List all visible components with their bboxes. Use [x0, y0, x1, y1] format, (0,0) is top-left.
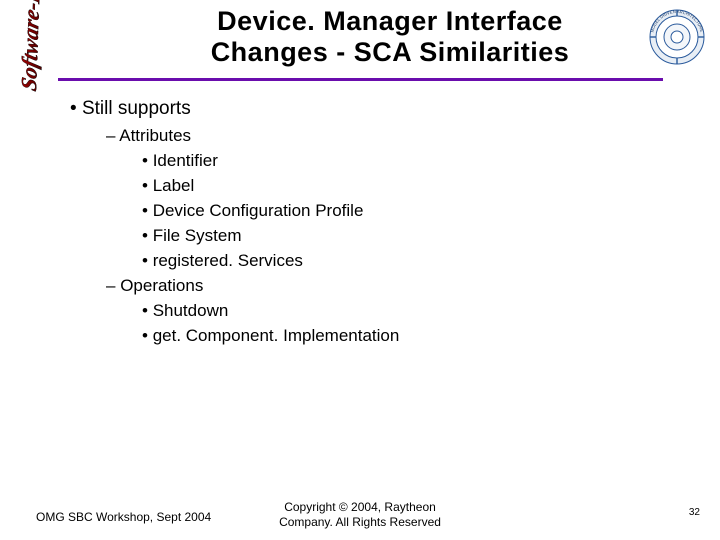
- footer-center: Copyright © 2004, Raytheon Company. All …: [0, 500, 720, 530]
- title-line-2: Changes - SCA Similarities: [150, 37, 630, 68]
- bullet-attr-file-system: File System: [142, 226, 670, 246]
- bullet-attr-device-config: Device Configuration Profile: [142, 201, 670, 221]
- bullet-attr-registered-services: registered. Services: [142, 251, 670, 271]
- bullet-op-get-component: get. Component. Implementation: [142, 326, 670, 346]
- mda-logo-icon: MODEL DRIVEN ARCHITECTURE: [648, 8, 706, 66]
- slide: Software-Based MODEL DRIVEN ARCHITECTURE…: [0, 0, 720, 540]
- page-number: 32: [689, 507, 700, 518]
- bullet-attributes: Attributes: [106, 126, 670, 146]
- title-underline: [58, 78, 663, 81]
- footer-center-line2: Company. All Rights Reserved: [0, 515, 720, 530]
- deco-text-content: Software-Based: [16, 0, 46, 93]
- bullet-still-supports: Still supports: [70, 98, 670, 120]
- bullet-attr-identifier: Identifier: [142, 151, 670, 171]
- slide-body: Still supports Attributes Identifier Lab…: [70, 98, 670, 351]
- slide-title: Device. Manager Interface Changes - SCA …: [150, 6, 630, 68]
- software-based-decoration: Software-Based: [0, 0, 112, 100]
- title-line-1: Device. Manager Interface: [150, 6, 630, 37]
- bullet-op-shutdown: Shutdown: [142, 301, 670, 321]
- footer-center-line1: Copyright © 2004, Raytheon: [0, 500, 720, 515]
- bullet-attr-label: Label: [142, 176, 670, 196]
- bullet-operations: Operations: [106, 276, 670, 296]
